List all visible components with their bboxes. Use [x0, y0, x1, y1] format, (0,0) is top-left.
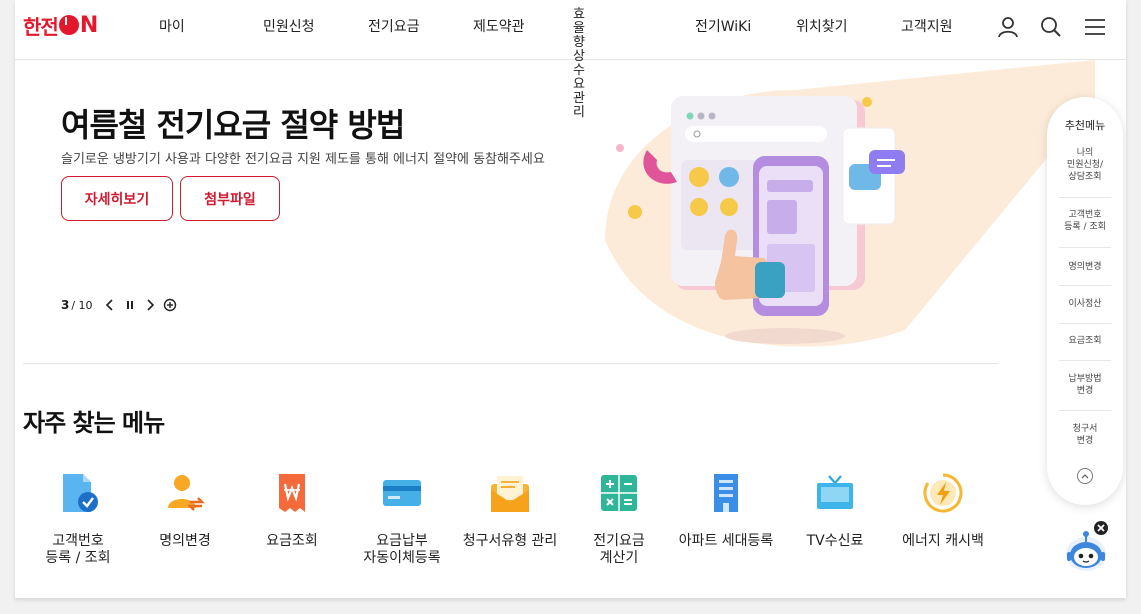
search-icon[interactable] — [1038, 14, 1064, 40]
quick-name-change[interactable]: 명의변경 — [1057, 261, 1113, 273]
nav-wiki[interactable]: 전기WiKi — [695, 16, 751, 36]
user-icon[interactable] — [995, 14, 1021, 40]
slide-current: 3 — [61, 298, 70, 312]
menu-label: TV수신료 — [806, 533, 864, 549]
prev-slide-icon[interactable] — [103, 298, 117, 312]
menu-tv-fee[interactable]: TV수신료 — [780, 470, 890, 550]
person-transfer-icon — [168, 475, 205, 511]
menu-label: 에너지 캐시백 — [902, 533, 984, 549]
quick-bill-change[interactable]: 청구서 변경 — [1057, 423, 1113, 447]
power-icon — [58, 15, 79, 35]
quick-customer-number[interactable]: 고객번호 등록 / 조회 — [1057, 209, 1113, 233]
document-check-icon — [63, 474, 98, 512]
nav-my[interactable]: 마이 — [159, 16, 185, 36]
logo-on-mark: N — [58, 12, 99, 38]
menu-label: 청구서유형 관리 — [462, 533, 558, 549]
quick-payment-method[interactable]: 납부방법 변경 — [1057, 373, 1113, 397]
menu-customer-number[interactable]: 고객번호 등록 / 조회 — [23, 470, 133, 567]
page: 한전 N 마이 민원신청 전기요금 제도약관 효율향상 수요관리 전기WiKi … — [15, 0, 1126, 598]
recommended-menu-panel: 추천메뉴 나의 민원신청/ 상담조회 고객번호 등록 / 조회 명의변경 이사정… — [1047, 97, 1123, 505]
quick-separator — [1059, 360, 1111, 361]
energy-cashback-icon — [923, 473, 963, 513]
logo-text: 한전 — [23, 14, 59, 39]
hero-title: 여름철 전기요금 절약 방법 — [61, 106, 405, 144]
slide-total: / 10 — [71, 298, 93, 312]
menu-label: 전기요금 계산기 — [593, 533, 645, 566]
header: 한전 N 마이 민원신청 전기요금 제도약관 효율향상 수요관리 전기WiKi … — [15, 0, 1126, 120]
nav-civil-request[interactable]: 민원신청 — [263, 16, 315, 36]
envelope-icon — [491, 476, 529, 512]
nav-electric-bill[interactable]: 전기요금 — [368, 16, 420, 36]
section-divider — [23, 363, 998, 364]
calculator-icon — [601, 475, 637, 511]
nav-support[interactable]: 고객지원 — [901, 16, 953, 36]
menu-bill-type[interactable]: 청구서유형 관리 — [455, 470, 565, 550]
frequent-menu-title: 자주 찾는 메뉴 — [23, 409, 165, 437]
logo-on-letter: N — [79, 12, 99, 38]
menu-label: 고객번호 등록 / 조회 — [45, 533, 111, 566]
menu-auto-payment[interactable]: 요금납부 자동이체등록 — [347, 470, 457, 567]
menu-apartment-registration[interactable]: 아파트 세대등록 — [671, 470, 781, 550]
menu-name-change[interactable]: 명의변경 — [130, 470, 240, 550]
quick-moving-settlement[interactable]: 이사정산 — [1057, 298, 1113, 310]
hero-illustration — [605, 60, 1095, 347]
menu-label: 요금납부 자동이체등록 — [363, 533, 441, 566]
pause-icon[interactable] — [123, 298, 137, 312]
quick-separator — [1059, 247, 1111, 248]
plus-circle-icon[interactable] — [163, 298, 177, 312]
credit-card-icon — [383, 480, 421, 506]
menu-label: 아파트 세대등록 — [678, 533, 774, 549]
menu-bill-inquiry[interactable]: 요금조회 — [237, 470, 347, 550]
quick-separator — [1059, 323, 1111, 324]
scroll-up-icon[interactable] — [1077, 468, 1093, 484]
menu-bill-calculator[interactable]: 전기요금 계산기 — [564, 470, 674, 567]
tv-icon — [817, 475, 853, 509]
attachment-button[interactable]: 첨부파일 — [180, 176, 280, 221]
quick-separator — [1059, 285, 1111, 286]
quick-my-requests[interactable]: 나의 민원신청/ 상담조회 — [1057, 147, 1113, 183]
menu-label: 명의변경 — [159, 533, 211, 549]
quick-separator — [1059, 197, 1111, 198]
slide-pager: 3 / 10 — [61, 298, 177, 312]
menu-energy-cashback[interactable]: 에너지 캐시백 — [888, 470, 998, 550]
chatbot-icon[interactable] — [1061, 520, 1115, 576]
detail-button[interactable]: 자세히보기 — [61, 176, 173, 221]
nav-location[interactable]: 위치찾기 — [796, 16, 848, 36]
quick-bill-inquiry[interactable]: 요금조회 — [1057, 335, 1113, 347]
menu-label: 요금조회 — [266, 533, 318, 549]
quick-separator — [1059, 410, 1111, 411]
recommended-menu-title: 추천메뉴 — [1064, 119, 1106, 132]
hero-subtitle: 슬기로운 냉방기기 사용과 다양한 전기요금 지원 제도를 통해 에너지 절약에… — [61, 152, 545, 167]
apartment-icon — [714, 474, 738, 512]
kepco-on-logo[interactable]: 한전 N — [23, 12, 99, 39]
menu-icon[interactable] — [1082, 14, 1108, 40]
won-receipt-icon — [279, 474, 305, 512]
nav-terms[interactable]: 제도약관 — [473, 16, 525, 36]
next-slide-icon[interactable] — [143, 298, 157, 312]
